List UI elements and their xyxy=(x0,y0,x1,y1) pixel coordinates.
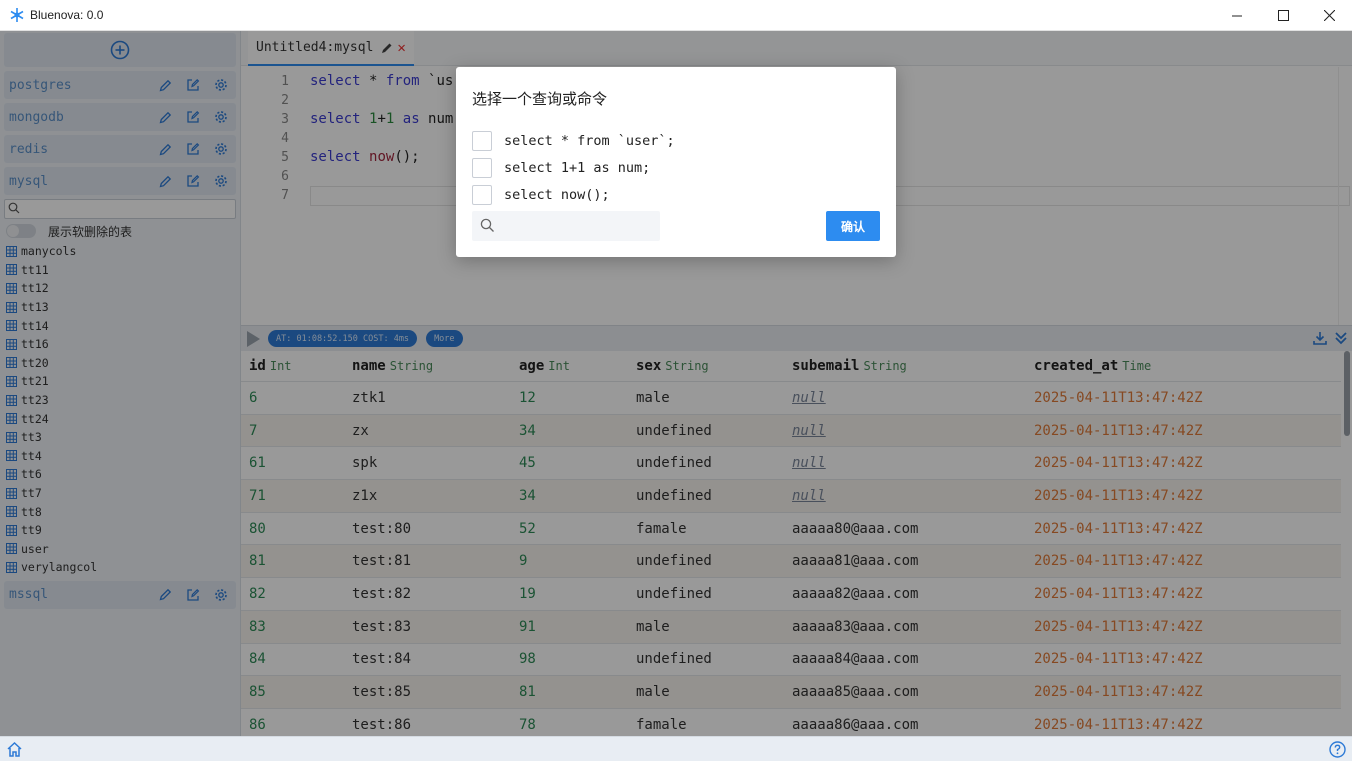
home-icon[interactable] xyxy=(6,741,23,758)
minimize-icon xyxy=(1232,15,1242,16)
search-icon xyxy=(480,218,494,232)
close-icon xyxy=(1323,10,1335,21)
option-checkbox[interactable] xyxy=(472,131,492,151)
window-title: Bluenova: 0.0 xyxy=(30,8,104,22)
dialog-title: 选择一个查询或命令 xyxy=(472,90,608,108)
option-checkbox[interactable] xyxy=(472,158,492,178)
option-checkbox[interactable] xyxy=(472,185,492,205)
maximize-icon xyxy=(1277,10,1289,21)
close-window-button[interactable] xyxy=(1306,0,1352,31)
maximize-button[interactable] xyxy=(1260,0,1306,31)
query-select-dialog: 选择一个查询或命令 select * from `user`; select 1… xyxy=(456,67,896,257)
query-option[interactable]: select * from `user`; xyxy=(472,131,675,151)
query-option[interactable]: select now(); xyxy=(472,185,610,205)
help-icon[interactable] xyxy=(1329,741,1346,758)
option-label: select now(); xyxy=(504,187,610,203)
dialog-search-box[interactable] xyxy=(472,211,660,241)
query-option[interactable]: select 1+1 as num; xyxy=(472,158,650,178)
confirm-button[interactable]: 确认 xyxy=(826,211,880,241)
title-bar: Bluenova: 0.0 xyxy=(0,0,1352,31)
option-label: select * from `user`; xyxy=(504,133,675,149)
dialog-search-input[interactable] xyxy=(502,216,652,236)
minimize-button[interactable] xyxy=(1214,0,1260,31)
app-logo-icon xyxy=(10,8,24,22)
status-bar xyxy=(0,736,1352,761)
option-label: select 1+1 as num; xyxy=(504,160,651,176)
